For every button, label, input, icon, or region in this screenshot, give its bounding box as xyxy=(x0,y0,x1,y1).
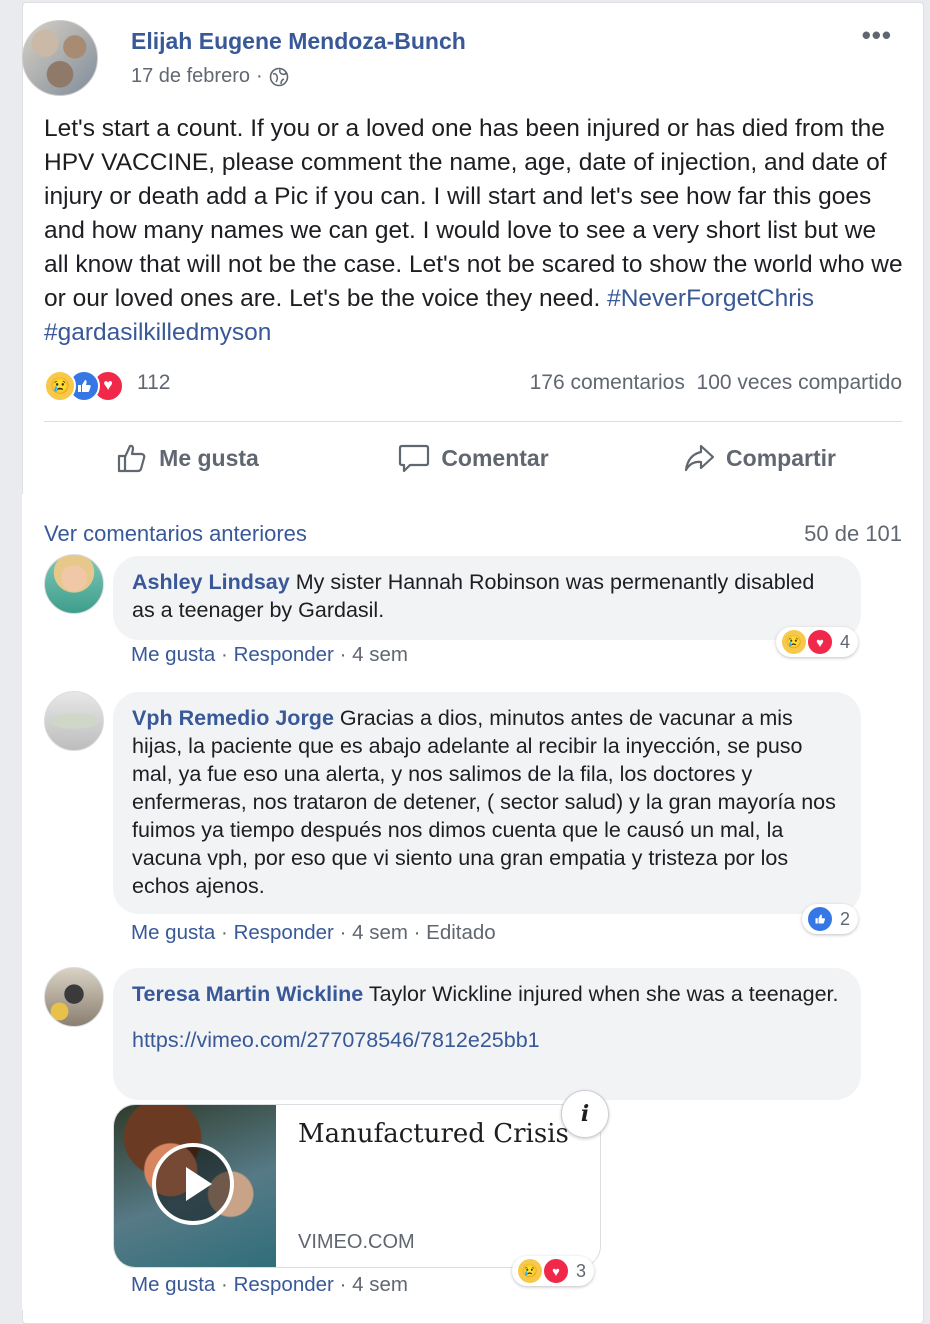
preview-domain: VIMEO.COM xyxy=(298,1231,415,1253)
author-name[interactable]: Elijah Eugene Mendoza-Bunch xyxy=(131,28,466,55)
hashtag-link[interactable]: #NeverForgetChris xyxy=(607,285,814,312)
hashtag-link[interactable]: #gardasilkilledmyson xyxy=(44,319,271,346)
avatar[interactable] xyxy=(44,967,104,1027)
view-previous-comments-link[interactable]: Ver comentarios anteriores xyxy=(44,521,307,547)
shares-count[interactable]: 100 veces compartido xyxy=(697,371,902,394)
post-text: Let's start a count. If you or a loved o… xyxy=(44,112,904,350)
comment-reactions[interactable]: 2 xyxy=(802,904,859,934)
separator: · xyxy=(413,921,421,944)
post-body: Let's start a count. If you or a loved o… xyxy=(44,115,903,312)
like-reaction-icon xyxy=(806,905,834,933)
preview-title[interactable]: Manufactured Crisis xyxy=(298,1119,569,1149)
comment-reply-link[interactable]: Responder xyxy=(234,921,334,944)
separator: · xyxy=(339,921,347,944)
commenter-name[interactable]: Teresa Martin Wickline xyxy=(132,982,363,1006)
love-reaction-icon: ♥ xyxy=(542,1257,570,1285)
thumbs-up-icon xyxy=(118,444,146,473)
commenter-name[interactable]: Ashley Lindsay xyxy=(132,570,290,594)
comment-button[interactable]: Comentar xyxy=(330,425,616,491)
reaction-count[interactable]: 112 xyxy=(137,371,170,395)
reaction-count: 4 xyxy=(840,631,851,652)
author-avatar[interactable] xyxy=(22,20,98,96)
comment-like-link[interactable]: Me gusta xyxy=(131,921,215,944)
share-icon xyxy=(684,444,715,472)
avatar[interactable] xyxy=(44,691,104,751)
more-options-icon[interactable]: ••• xyxy=(862,22,892,48)
comment-reply-link[interactable]: Responder xyxy=(234,1273,334,1296)
reaction-count: 3 xyxy=(576,1260,587,1281)
comment-bubble: Ashley Lindsay My sister Hannah Robinson… xyxy=(113,556,861,640)
comments-count[interactable]: 176 comentarios xyxy=(530,371,685,394)
separator: · xyxy=(339,1273,347,1296)
love-reaction-icon: ♥ xyxy=(806,628,834,656)
separator: · xyxy=(221,643,228,666)
sad-reaction-icon: 😢 xyxy=(516,1257,544,1285)
separator: · xyxy=(339,643,347,666)
reaction-icons[interactable]: 😢 ♥ xyxy=(44,370,124,402)
meta-separator: · xyxy=(255,65,263,87)
divider xyxy=(44,421,902,422)
comment-time[interactable]: 4 sem xyxy=(352,643,408,666)
reactions-summary: 😢 ♥ 112 176 comentarios 100 veces compar… xyxy=(44,368,902,402)
like-label: Me gusta xyxy=(159,444,259,471)
sad-reaction-icon: 😢 xyxy=(44,370,76,402)
post-meta: 17 de febrero · xyxy=(131,65,289,88)
comment-label: Comentar xyxy=(441,444,549,471)
globe-icon[interactable] xyxy=(269,67,289,87)
engagement-counts: 176 comentarios 100 veces compartido xyxy=(530,371,902,395)
share-label: Compartir xyxy=(726,444,836,471)
reaction-count: 2 xyxy=(840,908,851,929)
comment-link[interactable]: https://vimeo.com/277078546/7812e25bb1 xyxy=(132,1026,841,1054)
info-icon[interactable]: i xyxy=(561,1090,609,1138)
comment-text: Gracias a dios, minutos antes de vacunar… xyxy=(132,706,836,898)
comment-reply-link[interactable]: Responder xyxy=(234,643,334,666)
sad-reaction-icon: 😢 xyxy=(780,628,808,656)
comment-actions: Me gusta · Responder · 4 sem xyxy=(131,643,408,667)
post-header: Elijah Eugene Mendoza-Bunch 17 de febrer… xyxy=(22,20,892,100)
comment-reactions[interactable]: 😢 ♥ 3 xyxy=(512,1256,595,1286)
post-actions: Me gusta Comentar Compartir xyxy=(44,425,902,491)
separator: · xyxy=(221,921,228,944)
post-date[interactable]: 17 de febrero xyxy=(131,65,250,88)
comment-time[interactable]: 4 sem xyxy=(352,1273,408,1296)
comment-bubble: Vph Remedio Jorge Gracias a dios, minuto… xyxy=(113,692,861,914)
comment-like-link[interactable]: Me gusta xyxy=(131,643,215,666)
avatar[interactable] xyxy=(44,554,104,614)
link-preview-card[interactable]: Manufactured Crisis VIMEO.COM xyxy=(113,1104,601,1268)
comment-actions: Me gusta · Responder · 4 sem xyxy=(131,1273,408,1297)
comment-bubble: Teresa Martin Wickline Taylor Wickline i… xyxy=(113,968,861,1100)
play-icon[interactable] xyxy=(152,1143,234,1225)
comments-page-count: 50 de 101 xyxy=(804,521,902,546)
comment-time[interactable]: 4 sem xyxy=(352,921,408,944)
video-thumbnail[interactable] xyxy=(114,1105,276,1267)
comment-icon xyxy=(399,444,430,473)
separator: · xyxy=(221,1273,228,1296)
commenter-name[interactable]: Vph Remedio Jorge xyxy=(132,706,334,730)
comment-like-link[interactable]: Me gusta xyxy=(131,1273,215,1296)
comment-text: Taylor Wickline injured when she was a t… xyxy=(368,982,839,1006)
comment-reactions[interactable]: 😢 ♥ 4 xyxy=(776,627,859,657)
like-button[interactable]: Me gusta xyxy=(44,425,330,491)
share-button[interactable]: Compartir xyxy=(616,425,902,491)
edited-label[interactable]: Editado xyxy=(426,921,496,944)
comment-actions: Me gusta · Responder · 4 sem · Editado xyxy=(131,921,496,945)
